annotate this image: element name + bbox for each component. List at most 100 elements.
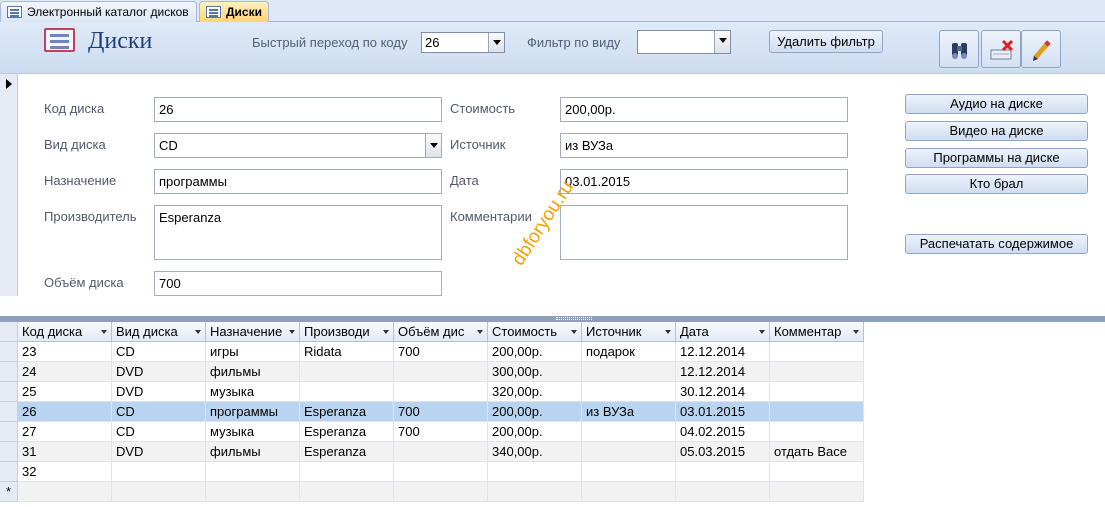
table-cell[interactable] <box>488 462 582 482</box>
row-selector[interactable] <box>0 462 18 482</box>
table-cell[interactable]: Esperanza <box>300 402 394 422</box>
table-cell[interactable]: Esperanza <box>300 422 394 442</box>
table-cell[interactable] <box>206 482 300 502</box>
table-row[interactable]: 25 DVD музыка 320,00р. 30.12.2014 <box>0 382 1105 402</box>
table-cell[interactable] <box>394 442 488 462</box>
select-all-corner[interactable] <box>0 322 18 342</box>
table-cell[interactable]: 320,00р. <box>488 382 582 402</box>
row-selector[interactable] <box>0 362 18 382</box>
comment-field[interactable] <box>560 205 848 260</box>
table-cell[interactable] <box>112 482 206 502</box>
table-cell[interactable]: 05.03.2015 <box>676 442 770 462</box>
table-cell[interactable] <box>770 382 864 402</box>
table-cell[interactable] <box>770 362 864 382</box>
remove-filter-button[interactable]: Удалить фильтр <box>769 30 883 53</box>
table-cell[interactable]: 27 <box>18 422 112 442</box>
splitter-grip-icon[interactable] <box>556 317 592 320</box>
record-selector[interactable] <box>0 74 18 296</box>
table-row[interactable]: 23 CD игры Ridata 700 200,00р. подарок 12.12.20… <box>0 342 1105 362</box>
table-cell[interactable]: DVD <box>112 362 206 382</box>
column-header[interactable]: Источник <box>582 322 676 342</box>
new-record-row[interactable]: * <box>0 482 1105 502</box>
column-header[interactable]: Производи <box>300 322 394 342</box>
table-cell[interactable]: 200,00р. <box>488 402 582 422</box>
table-row[interactable]: 26 CD программы Esperanza 700 200,00р. из ВУЗа… <box>0 402 1105 422</box>
table-cell[interactable] <box>300 462 394 482</box>
table-row[interactable]: 27 CD музыка Esperanza 700 200,00р. 04.02.2015 <box>0 422 1105 442</box>
purpose-field[interactable]: программы <box>154 169 442 194</box>
row-selector[interactable] <box>0 342 18 362</box>
table-cell[interactable] <box>582 462 676 482</box>
table-cell[interactable]: 340,00р. <box>488 442 582 462</box>
date-field[interactable]: 03.01.2015 <box>560 169 848 194</box>
column-header[interactable]: Объём дис <box>394 322 488 342</box>
maker-field[interactable]: Esperanza <box>154 205 442 260</box>
table-row[interactable]: 24 DVD фильмы 300,00р. 12.12.2014 <box>0 362 1105 382</box>
table-cell[interactable] <box>770 422 864 442</box>
chevron-down-icon[interactable] <box>477 330 483 334</box>
table-cell[interactable]: 200,00р. <box>488 342 582 362</box>
chevron-down-icon[interactable] <box>853 330 859 334</box>
table-row[interactable]: 32 <box>0 462 1105 482</box>
table-cell[interactable] <box>488 482 582 502</box>
column-header[interactable]: Назначение <box>206 322 300 342</box>
table-cell[interactable]: 31 <box>18 442 112 462</box>
table-cell[interactable]: 200,00р. <box>488 422 582 442</box>
table-cell[interactable]: CD <box>112 402 206 422</box>
table-cell[interactable]: фильмы <box>206 442 300 462</box>
table-cell[interactable]: программы <box>206 402 300 422</box>
table-cell[interactable]: музыка <box>206 422 300 442</box>
code-field[interactable]: 26 <box>154 97 442 122</box>
table-row[interactable]: 31 DVD фильмы Esperanza 340,00р. 05.03.2015 от… <box>0 442 1105 462</box>
delete-record-button[interactable] <box>981 30 1021 68</box>
table-cell[interactable]: 30.12.2014 <box>676 382 770 402</box>
column-header[interactable]: Код диска <box>18 322 112 342</box>
print-contents-button[interactable]: Распечатать содержимое <box>905 234 1088 254</box>
column-header[interactable]: Дата <box>676 322 770 342</box>
table-cell[interactable] <box>770 402 864 422</box>
chevron-down-icon[interactable] <box>759 330 765 334</box>
row-selector[interactable] <box>0 382 18 402</box>
table-cell[interactable] <box>300 382 394 402</box>
table-cell[interactable] <box>582 482 676 502</box>
find-button[interactable] <box>939 30 979 68</box>
table-cell[interactable] <box>676 462 770 482</box>
new-record-marker[interactable]: * <box>0 482 18 502</box>
table-cell[interactable] <box>394 362 488 382</box>
table-cell[interactable]: 700 <box>394 402 488 422</box>
table-cell[interactable]: отдать Васе <box>770 442 864 462</box>
table-cell[interactable] <box>770 462 864 482</box>
table-cell[interactable] <box>582 382 676 402</box>
table-cell[interactable]: игры <box>206 342 300 362</box>
table-cell[interactable]: 12.12.2014 <box>676 362 770 382</box>
table-cell[interactable]: 32 <box>18 462 112 482</box>
column-header[interactable]: Стоимость <box>488 322 582 342</box>
table-cell[interactable]: Ridata <box>300 342 394 362</box>
chevron-down-icon[interactable] <box>488 33 504 52</box>
chevron-down-icon[interactable] <box>665 330 671 334</box>
table-cell[interactable] <box>300 362 394 382</box>
table-cell[interactable] <box>770 342 864 362</box>
table-cell[interactable] <box>582 442 676 462</box>
volume-field[interactable]: 700 <box>154 271 442 296</box>
chevron-down-icon[interactable] <box>289 330 295 334</box>
table-cell[interactable] <box>206 462 300 482</box>
chevron-down-icon[interactable] <box>425 134 441 157</box>
row-selector[interactable] <box>0 442 18 462</box>
type-combo[interactable]: CD <box>154 133 442 158</box>
tab-disks[interactable]: Диски <box>199 1 269 23</box>
audio-on-disk-button[interactable]: Аудио на диске <box>905 94 1088 114</box>
table-cell[interactable]: 03.01.2015 <box>676 402 770 422</box>
table-cell[interactable] <box>300 482 394 502</box>
chevron-down-icon[interactable] <box>571 330 577 334</box>
table-cell[interactable]: CD <box>112 342 206 362</box>
table-cell[interactable]: 26 <box>18 402 112 422</box>
table-cell[interactable]: 700 <box>394 342 488 362</box>
chevron-down-icon[interactable] <box>383 330 389 334</box>
table-cell[interactable] <box>394 482 488 502</box>
chevron-down-icon[interactable] <box>195 330 201 334</box>
table-cell[interactable]: 04.02.2015 <box>676 422 770 442</box>
table-cell[interactable] <box>582 422 676 442</box>
table-cell[interactable]: 25 <box>18 382 112 402</box>
source-field[interactable]: из ВУЗа <box>560 133 848 158</box>
